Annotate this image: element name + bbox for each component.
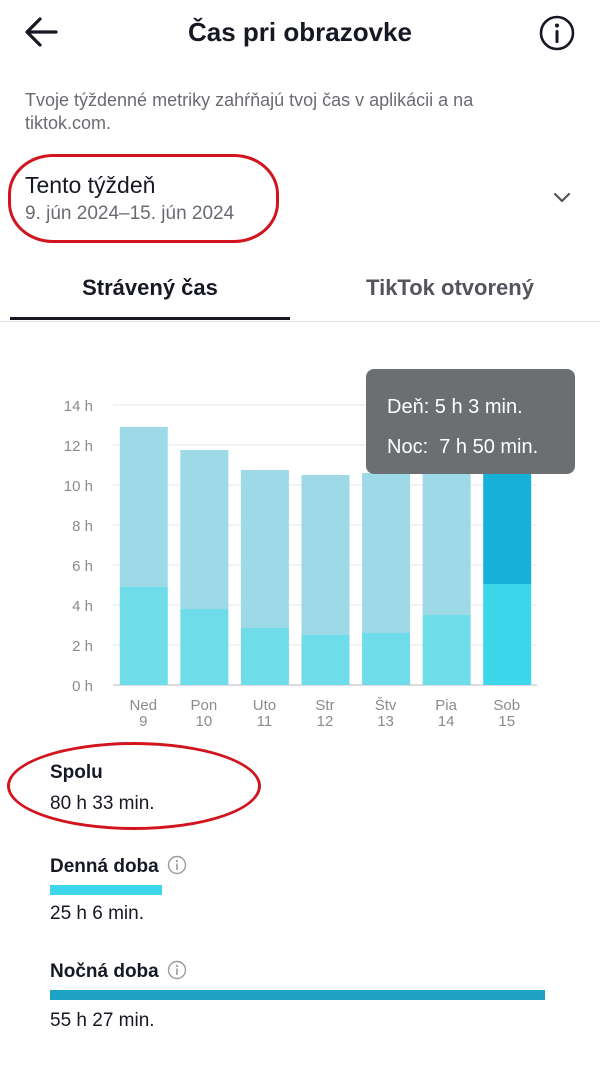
total-summary: Spolu 80 h 33 min. — [50, 762, 155, 815]
bar-tooltip: Deň: 5 h 3 min. Noc: 7 h 50 min. — [366, 369, 575, 474]
active-tab-indicator — [10, 317, 290, 320]
tab-tiktok-opened[interactable]: TikTok otvorený — [300, 258, 600, 321]
night-value: 55 h 27 min. — [50, 1010, 155, 1031]
x-tick-date: 12 — [317, 713, 334, 730]
day-value: 25 h 6 min. — [50, 903, 144, 924]
x-tick-day: Pon — [191, 697, 218, 714]
y-tick-label: 0 h — [72, 678, 93, 695]
page-title: Čas pri obrazovke — [188, 17, 412, 47]
x-tick-date: 15 — [498, 713, 515, 730]
y-tick-label: 4 h — [72, 598, 93, 615]
x-tick-date: 9 — [139, 713, 147, 730]
y-tick-label: 10 h — [64, 478, 93, 495]
x-tick-date: 11 — [257, 713, 273, 730]
y-tick-label: 12 h — [64, 438, 93, 455]
x-tick-day: Pia — [435, 697, 457, 714]
x-tick-day: Štv — [375, 697, 397, 714]
bar-night-segment — [180, 450, 229, 609]
bar-day-segment — [301, 635, 350, 685]
x-tick-date: 10 — [196, 713, 213, 730]
bar-day-segment — [180, 609, 229, 685]
x-tick-day: Ned — [130, 697, 158, 714]
y-tick-label: 8 h — [72, 518, 93, 535]
tooltip-day: Deň: 5 h 3 min. — [387, 396, 523, 418]
bar-night-segment — [301, 475, 350, 635]
description-text: Tvoje týždenné metriky zahŕňajú tvoj čas… — [25, 90, 474, 133]
y-tick-label: 14 h — [64, 398, 93, 415]
day-summary: Denná doba — [50, 855, 187, 878]
tab-time-spent[interactable]: Strávený čas — [0, 258, 300, 321]
bar-day-segment — [422, 615, 471, 685]
x-tick-day: Uto — [253, 697, 276, 714]
bar-day-segment — [483, 584, 532, 685]
info-circle-icon[interactable] — [538, 14, 576, 52]
night-label: Nočná doba — [50, 961, 159, 982]
bar-day-segment — [119, 587, 168, 685]
night-summary: Nočná doba — [50, 960, 187, 983]
x-tick-day: Str — [315, 697, 334, 714]
y-tick-label: 2 h — [72, 638, 93, 655]
info-circle-icon[interactable] — [167, 855, 187, 875]
week-selector[interactable]: Tento týždeň 9. jún 2024–15. jún 2024 — [0, 150, 600, 250]
x-tick-date: 13 — [377, 713, 394, 730]
info-circle-icon[interactable] — [167, 960, 187, 980]
chevron-down-icon — [551, 186, 573, 208]
tab-bar: Strávený čas TikTok otvorený — [0, 258, 600, 322]
total-value: 80 h 33 min. — [50, 793, 155, 814]
bar-night-segment — [362, 473, 411, 633]
bar-night-segment — [240, 470, 289, 628]
header: Čas pri obrazovke — [0, 0, 600, 66]
y-tick-label: 6 h — [72, 558, 93, 575]
x-tick-day: Sob — [493, 697, 520, 714]
bar-night-segment — [119, 427, 168, 587]
bar-day-segment — [240, 628, 289, 685]
week-range: 9. jún 2024–15. jún 2024 — [25, 203, 235, 224]
night-total-bar — [50, 990, 545, 1000]
day-total-bar — [50, 885, 162, 895]
bar-day-segment — [362, 633, 411, 685]
day-label: Denná doba — [50, 856, 159, 877]
tooltip-night: Noc: 7 h 50 min. — [387, 436, 539, 458]
total-label: Spolu — [50, 762, 103, 783]
x-tick-date: 14 — [438, 713, 455, 730]
week-label: Tento týždeň — [25, 172, 156, 198]
